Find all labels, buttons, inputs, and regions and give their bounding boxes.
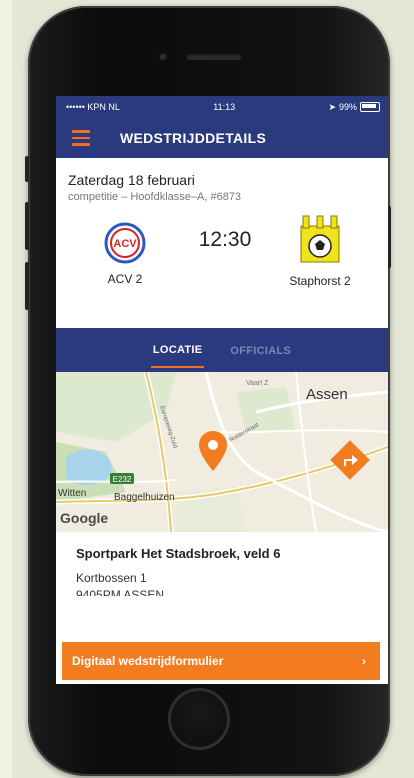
volume-down-button: [25, 262, 29, 310]
venue-address-line2: 9405PM ASSEN: [76, 588, 165, 596]
venue-details: Sportpark Het Stadsbroek, veld 6 Kortbos…: [56, 532, 388, 596]
page-title: WEDSTRIJDDETAILS: [120, 130, 267, 146]
away-team: Staphorst 2: [274, 214, 366, 288]
carrier-label: •••••• KPN NL: [66, 102, 120, 112]
match-form-label: Digitaal wedstrijdformulier: [72, 654, 224, 668]
chevron-right-icon: ›: [362, 654, 366, 668]
kickoff-time: 12:30: [198, 228, 252, 251]
tab-bar: LOCATIE OFFICIALS: [56, 328, 388, 372]
mute-switch: [25, 156, 29, 182]
battery-percent: 99%: [338, 102, 357, 112]
app-screen: •••••• KPN NL 11:13 ➤ 99% WEDSTRIJDDETAI…: [56, 96, 388, 684]
svg-text:ACV: ACV: [113, 238, 137, 250]
map-label-place: Witten: [58, 488, 87, 499]
location-arrow-icon: ➤: [328, 101, 336, 112]
acv-logo-icon: ACV: [104, 222, 146, 264]
directions-icon[interactable]: [328, 438, 372, 482]
battery-icon: [360, 102, 380, 112]
clock: 11:13: [213, 102, 236, 112]
match-competition: competitie – Hoofdklasse–A, #6873: [68, 191, 242, 203]
away-team-name: Staphorst 2: [289, 274, 351, 288]
tab-locatie[interactable]: LOCATIE: [150, 332, 205, 368]
map-label-city: Assen: [306, 386, 348, 403]
status-bar: •••••• KPN NL 11:13 ➤ 99%: [56, 96, 388, 118]
nav-bar: WEDSTRIJDDETAILS: [56, 118, 388, 158]
front-camera: [158, 52, 168, 62]
map-label-village: Baggelhuizen: [114, 492, 175, 503]
home-team-name: ACV 2: [107, 272, 143, 286]
match-date: Zaterdag 18 februari: [68, 172, 195, 188]
staphorst-logo-icon: [300, 215, 340, 263]
volume-up-button: [25, 202, 29, 250]
home-team: ACV ACV 2: [90, 220, 160, 286]
status-right: ➤ 99%: [328, 102, 380, 113]
earpiece-speaker: [186, 53, 242, 60]
venue-name: Sportpark Het Stadsbroek, veld 6: [76, 546, 281, 561]
map-pin-icon[interactable]: [198, 430, 228, 472]
match-info: Zaterdag 18 februari competitie – Hoofdk…: [56, 158, 388, 328]
tab-officials[interactable]: OFFICIALS: [228, 333, 293, 367]
google-logo: Google: [60, 510, 109, 526]
home-button[interactable]: [168, 688, 230, 750]
map-label-area: Vaart Z: [246, 380, 269, 387]
venue-address-line1: Kortbossen 1: [76, 571, 147, 585]
match-form-button[interactable]: Digitaal wedstrijdformulier ›: [62, 642, 380, 680]
svg-text:E232: E232: [113, 475, 132, 484]
hamburger-icon[interactable]: [72, 130, 90, 146]
background-strip: [0, 0, 12, 778]
